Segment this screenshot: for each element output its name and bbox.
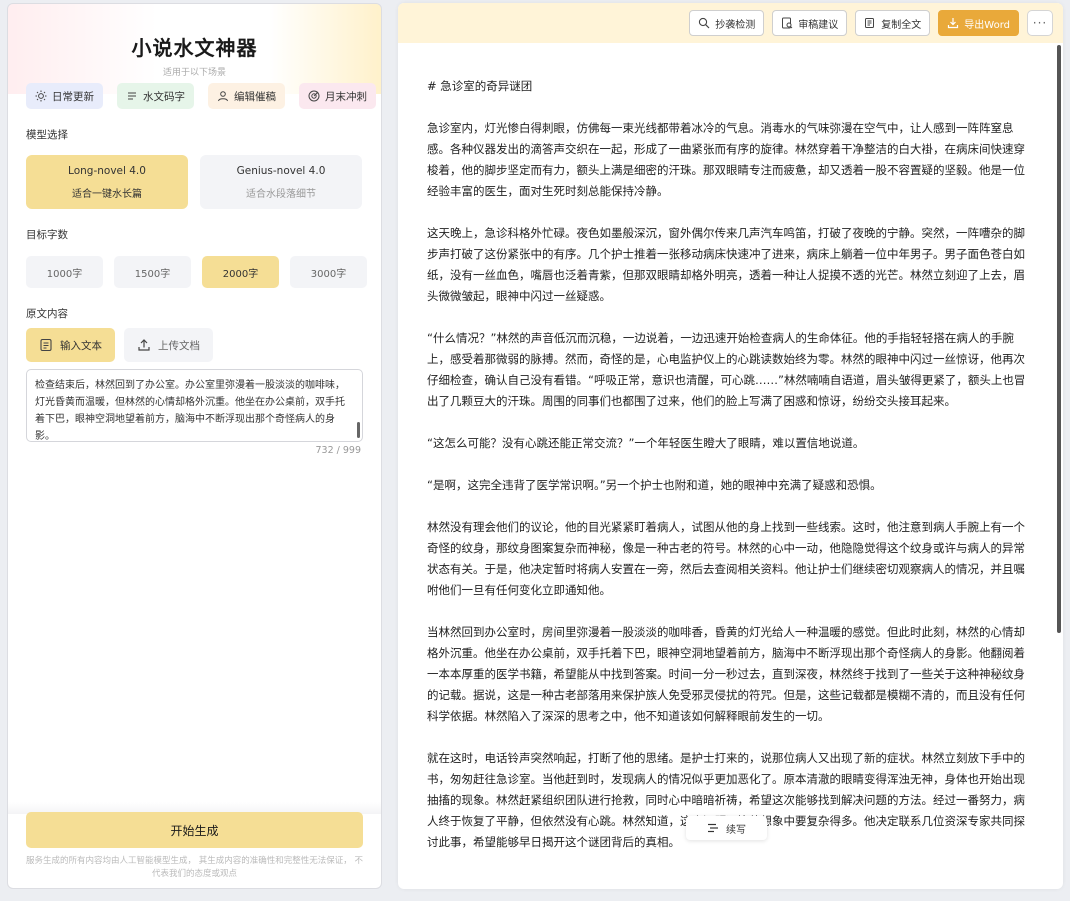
download-icon [948, 18, 959, 29]
list-icon [128, 92, 136, 100]
document-paragraph: “这怎么可能？没有心跳还能正常交流？”一个年轻医生瞪大了眼睛，难以置信地说道。 [427, 436, 865, 450]
source-tabs: 输入文本 上传文档 [26, 328, 213, 362]
app-title: 小说水文神器 [131, 36, 258, 60]
review-icon [782, 17, 793, 29]
word-count-selector: 1000字 1500字 2000字 3000字 [26, 256, 367, 288]
source-text-field[interactable]: 检查结束后，林然回到了办公室。办公室里弥漫着一股淡淡的咖啡味，灯光昏黄而温暖，但… [26, 369, 363, 442]
target-icon [308, 90, 320, 102]
model-name: Long-novel 4.0 [68, 164, 146, 177]
tab-label: 输入文本 [60, 339, 102, 352]
word-count-option-2000[interactable]: 2000字 [202, 256, 279, 288]
document-icon [40, 338, 52, 352]
ai-disclaimer: 服务生成的所有内容均由人工智能模型生成， 其生成内容的准确性和完整性无法保证， … [26, 856, 363, 879]
sun-icon [35, 90, 47, 102]
scene-tags: 日常更新 水文码字 编辑催稿 月末冲刺 [26, 83, 376, 109]
scene-label: 编辑催稿 [234, 90, 276, 103]
source-text-content: 检查结束后，林然回到了办公室。办公室里弥漫着一股淡淡的咖啡味，灯光昏黄而温暖，但… [35, 380, 345, 441]
model-option-genius-novel[interactable]: Genius-novel 4.0 适合水段落细节 [200, 155, 362, 209]
tab-upload-document[interactable]: 上传文档 [124, 328, 213, 362]
output-toolbar: 抄袭检测 审稿建议 复制全文 导出Word ··· [398, 3, 1063, 43]
word-count-option-1500[interactable]: 1500字 [114, 256, 191, 288]
continue-writing-button[interactable]: 续写 [686, 816, 767, 840]
tab-label: 上传文档 [158, 339, 200, 352]
tool-label: 导出Word [964, 19, 1010, 31]
word-count-option-3000[interactable]: 3000字 [290, 256, 367, 288]
continue-icon [708, 823, 718, 833]
start-generate-button[interactable]: 开始生成 [26, 812, 363, 848]
scene-tag-editor-urge[interactable]: 编辑催稿 [208, 83, 285, 109]
generated-document: # 急诊室的奇异谜团 急诊室内，灯光惨白得刺眼，仿佛每一束光线都带着冰冷的气息。… [427, 76, 1027, 871]
scene-tag-water-writing[interactable]: 水文码字 [117, 83, 194, 109]
document-heading: # 急诊室的奇异谜团 [427, 79, 533, 93]
document-paragraph: 急诊室内，灯光惨白得刺眼，仿佛每一束光线都带着冰冷的气息。消毒水的气味弥漫在空气… [427, 121, 1025, 198]
model-option-long-novel[interactable]: Long-novel 4.0 适合一键水长篇 [26, 155, 188, 209]
word-count-option-1000[interactable]: 1000字 [26, 256, 103, 288]
scene-label: 月末冲刺 [325, 90, 367, 103]
scene-label: 日常更新 [52, 90, 94, 103]
document-paragraph: 当林然回到办公室时，房间里弥漫着一股淡淡的咖啡香，昏黄的灯光给人一种温暖的感觉。… [427, 625, 1025, 723]
search-icon [699, 17, 710, 29]
model-desc: 适合水段落细节 [246, 188, 316, 200]
app-subtitle: 适用于以下场景 [162, 68, 226, 78]
tab-input-text[interactable]: 输入文本 [26, 328, 115, 362]
export-word-button[interactable]: 导出Word [938, 10, 1019, 36]
tool-label: 复制全文 [881, 19, 922, 31]
person-icon [218, 91, 228, 102]
output-panel: 抄袭检测 审稿建议 复制全文 导出Word ··· # 急诊室的奇异谜团 急诊室… [398, 3, 1063, 889]
document-paragraph: 林然没有理会他们的议论，他的目光紧紧盯着病人，试图从他的身上找到一些线索。这时，… [427, 520, 1025, 597]
model-selector: Long-novel 4.0 适合一键水长篇 Genius-novel 4.0 … [26, 155, 362, 209]
scene-label: 水文码字 [143, 90, 185, 103]
upload-icon [138, 339, 150, 351]
model-name: Genius-novel 4.0 [236, 164, 326, 177]
scene-tag-month-end-sprint[interactable]: 月末冲刺 [299, 83, 376, 109]
copy-icon [865, 18, 875, 28]
more-options-button[interactable]: ··· [1027, 10, 1053, 36]
settings-panel: 小说水文神器 适用于以下场景 日常更新 水文码字 编辑催稿 月末冲刺 模型选择 … [7, 3, 382, 889]
source-section-label: 原文内容 [26, 308, 68, 320]
document-scrollbar[interactable] [1057, 45, 1061, 633]
review-suggestion-button[interactable]: 审稿建议 [772, 10, 848, 36]
model-desc: 适合一键水长篇 [72, 188, 142, 200]
document-paragraph: “是啊，这完全违背了医学常识啊。”另一个护士也附和道，她的眼神中充满了疑惑和恐惧… [427, 478, 882, 492]
document-paragraph: 这天晚上，急诊科格外忙碌。夜色如墨般深沉，窗外偶尔传来几声汽车鸣笛，打破了夜晚的… [427, 226, 1025, 303]
more-icon: ··· [1032, 16, 1048, 30]
word-count-section-label: 目标字数 [26, 229, 68, 241]
scene-tag-daily-update[interactable]: 日常更新 [26, 83, 103, 109]
tool-label: 抄袭检测 [715, 19, 756, 31]
continue-label: 续写 [726, 824, 746, 836]
plagiarism-check-button[interactable]: 抄袭检测 [689, 10, 765, 36]
model-section-label: 模型选择 [26, 129, 68, 141]
document-paragraph: “什么情况？”林然的声音低沉而沉稳，一边说着，一边迅速开始检查病人的生命体征。他… [427, 331, 1026, 408]
source-text-scrollbar[interactable] [357, 422, 360, 438]
char-counter: 732 / 999 [315, 445, 361, 456]
tool-label: 审稿建议 [798, 19, 839, 31]
copy-all-button[interactable]: 复制全文 [855, 10, 931, 36]
